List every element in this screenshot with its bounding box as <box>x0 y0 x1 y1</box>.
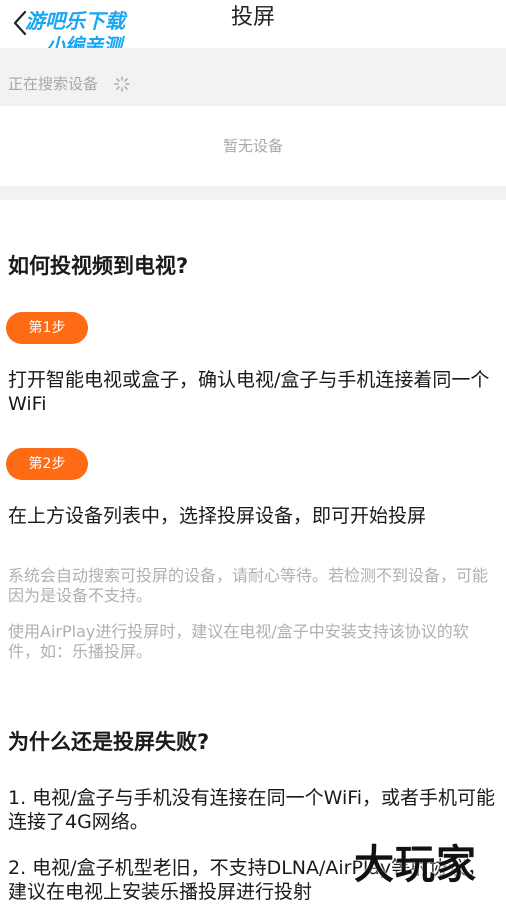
section-divider <box>0 186 506 200</box>
search-status-text: 正在搜索设备 <box>8 75 99 93</box>
hint-text: 系统会自动搜索可投屏的设备，请耐心等待。若检测不到设备，可能因为是设备不支持。 <box>8 566 489 605</box>
watermark-line-1: 游吧乐下载 <box>25 9 125 33</box>
step-text: 在上方设备列表中，选择投屏设备，即可开始投屏 <box>8 505 427 527</box>
empty-device-text: 暂无设备 <box>222 137 283 155</box>
step-badge: 第1步 <box>6 312 88 344</box>
step-text: 打开智能电视或盒子，确认电视/盒子与手机连接着同一个WiFi <box>8 369 490 415</box>
hint-text: 使用AirPlay进行投屏时，建议在电视/盒子中安装支持该协议的软件，如：乐播投… <box>8 622 469 661</box>
spinner-icon <box>114 76 130 92</box>
guide-title: 如何投视频到电视? <box>8 254 189 278</box>
step-badge: 第2步 <box>6 448 88 480</box>
faq-title: 为什么还是投屏失败? <box>8 730 210 754</box>
site-logo: 大玩家 <box>354 841 477 888</box>
faq-item: 1. 电视/盒子与手机没有连接在同一个WiFi，或者手机可能连接了4G网络。 <box>8 787 496 833</box>
